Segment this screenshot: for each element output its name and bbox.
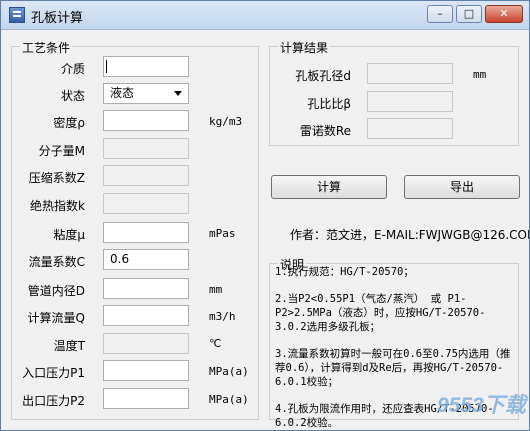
density-input[interactable]	[103, 110, 189, 131]
watermark-logo: 9553下载	[437, 394, 526, 417]
viscosity-input[interactable]	[103, 222, 189, 243]
compressibility-input[interactable]	[103, 165, 189, 186]
pipe-diameter-label: 管道内径D	[27, 284, 85, 298]
close-button[interactable]: ✕	[485, 5, 523, 23]
window-title: 孔板计算	[31, 11, 84, 26]
flow-coefficient-label: 流量系数C	[28, 255, 85, 269]
flow-rate-unit: m3/h	[209, 310, 236, 323]
orifice-diameter-label: 孔板孔径d	[295, 69, 351, 83]
note-item: 3.流量系数初算时一般可在0.6至0.75内选用（推荐0.6），计算得到d及Re…	[275, 348, 511, 388]
medium-input[interactable]	[103, 56, 189, 77]
compressibility-label: 压缩系数Z	[28, 171, 85, 185]
text-caret	[106, 60, 107, 73]
note-item: 2.当P2<0.55P1（气态/蒸汽） 或 P1-P2>2.5MPa（液态）时，…	[275, 293, 486, 333]
results-group-title: 计算结果	[278, 39, 331, 56]
orifice-diameter-output	[367, 63, 453, 84]
viscosity-label: 粘度μ	[53, 228, 85, 242]
inlet-pressure-input[interactable]	[103, 360, 189, 381]
state-label: 状态	[60, 89, 85, 103]
adiabatic-index-label: 绝热指数k	[30, 199, 85, 213]
flow-rate-label: 计算流量Q	[27, 311, 85, 325]
flow-coefficient-input[interactable]: 0.6	[103, 249, 189, 270]
reynolds-output	[367, 118, 453, 139]
temperature-input[interactable]	[103, 333, 189, 354]
pipe-diameter-input[interactable]	[103, 278, 189, 299]
inlet-pressure-label: 入口压力P1	[22, 366, 85, 380]
orifice-diameter-unit: mm	[473, 68, 487, 81]
note-item: 1.执行规范：HG/T-20570；	[275, 266, 414, 278]
density-label: 密度ρ	[53, 116, 85, 130]
app-window: 孔板计算 – □ ✕ 工艺条件 介质 状态 液态 密度ρ kg/m3 分子量M …	[0, 0, 530, 431]
beta-ratio-output	[367, 91, 453, 112]
process-group-title: 工艺条件	[20, 39, 73, 56]
chevron-down-icon	[174, 91, 182, 96]
viscosity-unit: mPas	[209, 227, 236, 240]
outlet-pressure-unit: MPa(a)	[209, 393, 249, 406]
author-info: 作者：范文进，E-MAIL:FWJWGB@126.COM	[290, 228, 530, 242]
inlet-pressure-unit: MPa(a)	[209, 365, 249, 378]
temperature-unit: ℃	[209, 337, 222, 350]
title-bar[interactable]: 孔板计算 – □ ✕	[1, 1, 529, 30]
outlet-pressure-label: 出口压力P2	[22, 394, 85, 408]
maximize-button[interactable]: □	[456, 5, 482, 23]
temperature-label: 温度T	[53, 339, 85, 353]
molecular-weight-input[interactable]	[103, 138, 189, 159]
calculate-button[interactable]: 计算	[271, 175, 387, 199]
minimize-button[interactable]: –	[427, 5, 453, 23]
molecular-weight-label: 分子量M	[38, 144, 85, 158]
export-button[interactable]: 导出	[404, 175, 520, 199]
density-unit: kg/m3	[209, 115, 243, 128]
state-select-value: 液态	[110, 86, 135, 100]
outlet-pressure-input[interactable]	[103, 388, 189, 409]
reynolds-label: 雷诺数Re	[299, 124, 351, 138]
medium-label: 介质	[60, 62, 85, 76]
state-select[interactable]: 液态	[103, 83, 189, 104]
app-icon	[9, 7, 25, 23]
flow-rate-input[interactable]	[103, 305, 189, 326]
adiabatic-index-input[interactable]	[103, 193, 189, 214]
window-controls: – □ ✕	[427, 5, 523, 23]
pipe-diameter-unit: mm	[209, 283, 223, 296]
beta-ratio-label: 孔比比β	[307, 97, 351, 111]
